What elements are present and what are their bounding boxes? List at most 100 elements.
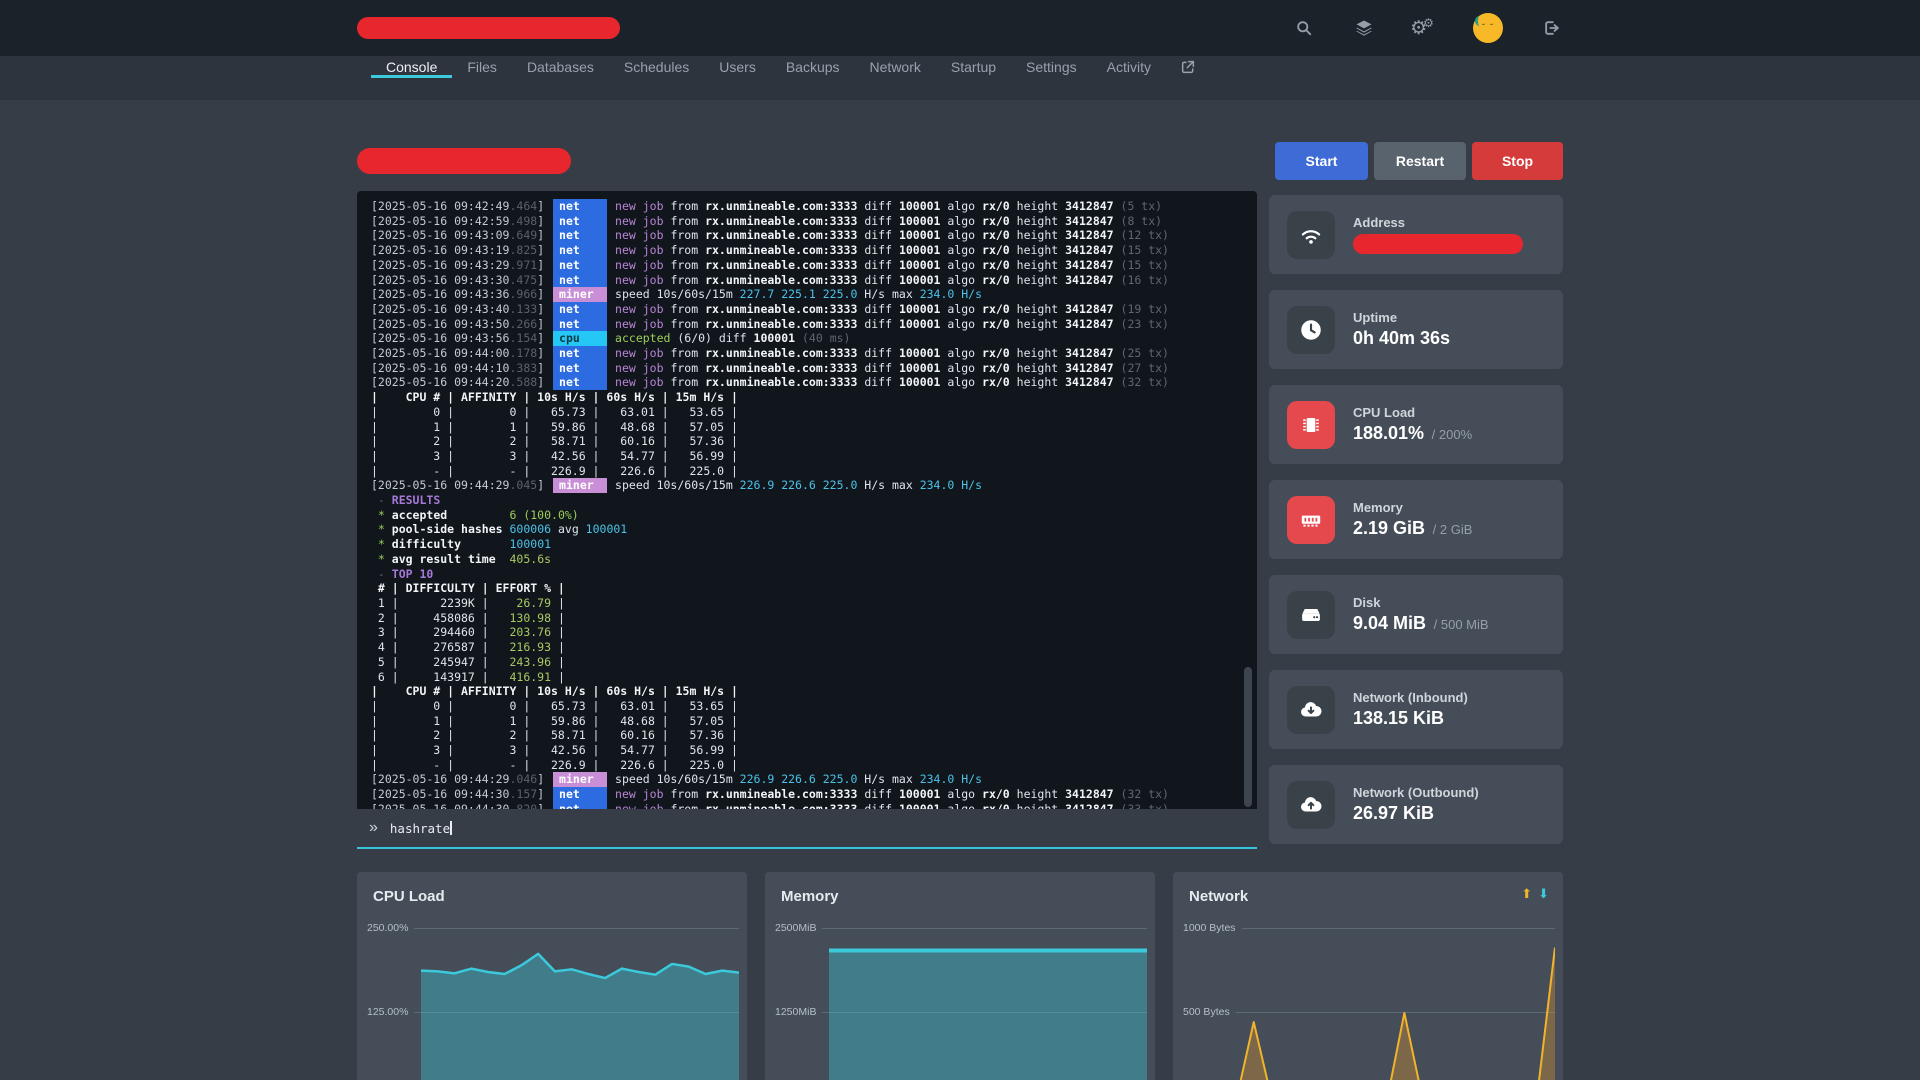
console-line: [2025-05-16 09:44:29.046] minerspeed 10s… (371, 772, 1257, 787)
tab-databases[interactable]: Databases (512, 56, 609, 78)
tab-startup[interactable]: Startup (936, 56, 1011, 78)
console-line: 2 | 458086 | 130.98 | (371, 611, 1257, 626)
axis-tick-label: 500 Bytes (1183, 1006, 1230, 1018)
clock-icon (1287, 306, 1335, 354)
stat-limit: / 500 MiB (1430, 617, 1489, 632)
tab-files[interactable]: Files (452, 56, 512, 78)
stats-list: AddressUptime0h 40m 36sCPU Load188.01% /… (1269, 191, 1563, 849)
chart-cpu-load: CPU Load 250.00%125.00% (357, 872, 747, 1080)
search-icon[interactable] (1293, 17, 1315, 39)
tab-console[interactable]: Console (371, 56, 452, 78)
console-line: [2025-05-16 09:43:40.133] netnew job fro… (371, 302, 1257, 317)
console-line: [2025-05-16 09:44:30.820] netnew job fro… (371, 802, 1257, 809)
stat-label: Network (Inbound) (1353, 690, 1468, 705)
console-line: [2025-05-16 09:43:56.154] cpuaccepted (6… (371, 331, 1257, 346)
console-output[interactable]: [2025-05-16 09:42:49.464] netnew job fro… (357, 191, 1257, 809)
console-line: | 1 | 1 | 59.86 | 48.68 | 57.05 | (371, 420, 1257, 435)
chart-network: Network ⬆ ⬇ 1000 Bytes500 Bytes (1173, 872, 1563, 1080)
chart-title: Network (1189, 888, 1248, 905)
tab-settings[interactable]: Settings (1011, 56, 1092, 78)
stat-value: 188.01% / 200% (1353, 423, 1472, 444)
console-line: | - | - | 226.9 | 226.6 | 225.0 | (371, 758, 1257, 773)
stat-card-network-outbound: Network (Outbound) 26.97 KiB (1269, 765, 1563, 844)
start-button[interactable]: Start (1275, 142, 1368, 180)
tab-network[interactable]: Network (855, 56, 936, 78)
console-line: [2025-05-16 09:43:19.825] netnew job fro… (371, 243, 1257, 258)
console-line: | CPU # | AFFINITY | 10s H/s | 60s H/s |… (371, 390, 1257, 405)
console-line: [2025-05-16 09:43:30.475] netnew job fro… (371, 273, 1257, 288)
stat-value: 138.15 KiB (1353, 708, 1468, 729)
console-line: [2025-05-16 09:42:49.464] netnew job fro… (371, 199, 1257, 214)
console-line: - TOP 10 (371, 567, 1257, 582)
console-line: 5 | 245947 | 243.96 | (371, 655, 1257, 670)
console-line: [2025-05-16 09:44:00.178] netnew job fro… (371, 346, 1257, 361)
stat-value: 0h 40m 36s (1353, 328, 1450, 349)
console-scrollbar[interactable] (1244, 667, 1252, 807)
stat-label: Address (1353, 215, 1523, 230)
console-line: * accepted 6 (100.0%) (371, 508, 1257, 523)
console-line: * avg result time 405.6s (371, 552, 1257, 567)
console-line: | 2 | 2 | 58.71 | 60.16 | 57.36 | (371, 728, 1257, 743)
console-line: [2025-05-16 09:43:36.966] minerspeed 10s… (371, 287, 1257, 302)
gears-icon[interactable]: ⚙⚙ (1413, 17, 1435, 39)
wifi-icon (1287, 211, 1335, 259)
console-line: 3 | 294460 | 203.76 | (371, 625, 1257, 640)
console-line: [2025-05-16 09:43:29.971] netnew job fro… (371, 258, 1257, 273)
console-line: [2025-05-16 09:42:59.498] netnew job fro… (371, 214, 1257, 229)
console-line: | 0 | 0 | 65.73 | 63.01 | 53.65 | (371, 699, 1257, 714)
stat-label: Network (Outbound) (1353, 785, 1479, 800)
avatar[interactable] (1473, 13, 1503, 43)
console-line: * difficulty 100001 (371, 537, 1257, 552)
stat-value: 26.97 KiB (1353, 803, 1479, 824)
stat-value-redacted (1353, 234, 1523, 254)
chart-title: CPU Load (373, 888, 445, 905)
prompt-icon: » (369, 819, 378, 837)
command-input[interactable]: hashrate (390, 821, 452, 836)
charts-row: CPU Load 250.00%125.00% Memory 2500MiB12… (357, 872, 1563, 1080)
console-line: [2025-05-16 09:44:29.045] minerspeed 10s… (371, 478, 1257, 493)
down-arrow-icon: ⬇ (1538, 886, 1549, 902)
console-line: * pool-side hashes 600006 avg 100001 (371, 522, 1257, 537)
tab-schedules[interactable]: Schedules (609, 56, 704, 78)
restart-button[interactable]: Restart (1374, 142, 1466, 180)
console-line: | 3 | 3 | 42.56 | 54.77 | 56.99 | (371, 449, 1257, 464)
chart-memory: Memory 2500MiB1250MiB (765, 872, 1155, 1080)
external-link-icon[interactable] (1166, 56, 1210, 78)
console-line: [2025-05-16 09:43:50.266] netnew job fro… (371, 317, 1257, 332)
stat-value: 2.19 GiB / 2 GiB (1353, 518, 1472, 539)
chart-title: Memory (781, 888, 839, 905)
up-arrow-icon: ⬆ (1521, 886, 1532, 902)
cloud-download-icon (1287, 686, 1335, 734)
chart-plot-cpu-load (421, 929, 739, 1080)
memory-icon (1287, 496, 1335, 544)
stop-button[interactable]: Stop (1472, 142, 1563, 180)
stat-value: 9.04 MiB / 500 MiB (1353, 613, 1489, 634)
power-buttons: Start Restart Stop (1275, 142, 1563, 180)
cloud-upload-icon (1287, 781, 1335, 829)
stat-card-memory: Memory2.19 GiB / 2 GiB (1269, 480, 1563, 559)
stat-card-network-inbound: Network (Inbound) 138.15 KiB (1269, 670, 1563, 749)
console-line: # | DIFFICULTY | EFFORT % | (371, 581, 1257, 596)
stat-card-cpu-load: CPU Load188.01% / 200% (1269, 385, 1563, 464)
console-line: [2025-05-16 09:44:30.157] netnew job fro… (371, 787, 1257, 802)
text-cursor (450, 821, 452, 835)
server-tabbar: ConsoleFilesDatabasesSchedulesUsersBacku… (0, 56, 1920, 100)
tab-activity[interactable]: Activity (1092, 56, 1166, 78)
logout-icon[interactable] (1541, 17, 1563, 39)
console-line: 4 | 276587 | 216.93 | (371, 640, 1257, 655)
console-line: | 0 | 0 | 65.73 | 63.01 | 53.65 | (371, 405, 1257, 420)
console-line: | CPU # | AFFINITY | 10s H/s | 60s H/s |… (371, 684, 1257, 699)
app-logo-redacted[interactable] (357, 17, 620, 39)
console-line: [2025-05-16 09:43:09.649] netnew job fro… (371, 228, 1257, 243)
layers-icon[interactable] (1353, 17, 1375, 39)
stat-label: Disk (1353, 595, 1489, 610)
command-input-row: » hashrate (357, 809, 1257, 849)
console-panel: [2025-05-16 09:42:49.464] netnew job fro… (357, 191, 1257, 849)
console-line: 1 | 2239K | 26.79 | (371, 596, 1257, 611)
cpu-chip-icon (1287, 401, 1335, 449)
stat-card-address: Address (1269, 195, 1563, 274)
tab-backups[interactable]: Backups (771, 56, 855, 78)
console-line: 6 | 143917 | 416.91 | (371, 670, 1257, 685)
server-title-redacted (357, 148, 571, 174)
tab-users[interactable]: Users (704, 56, 771, 78)
